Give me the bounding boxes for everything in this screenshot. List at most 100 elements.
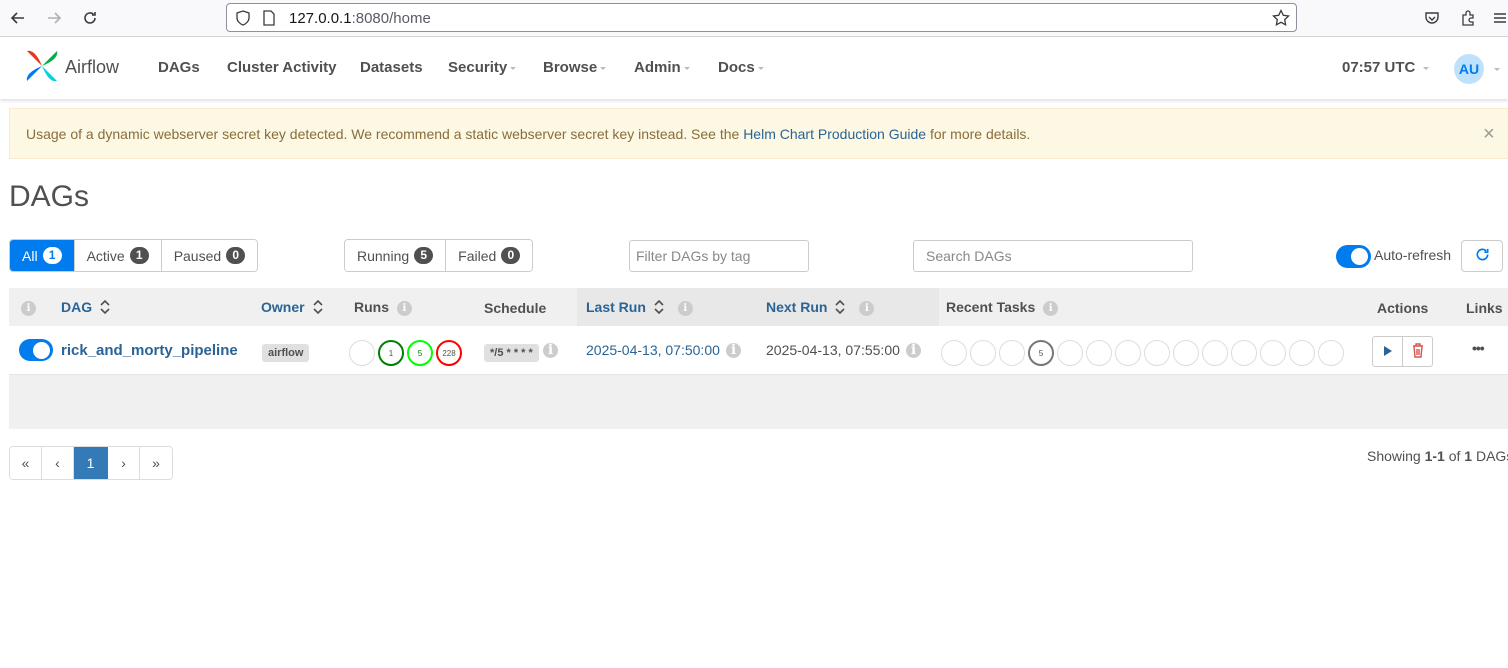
url-text: 127.0.0.1:8080/home: [289, 10, 431, 27]
refresh-icon: [1475, 247, 1490, 265]
header-links: Links: [1466, 300, 1503, 316]
task-state-circle[interactable]: [999, 340, 1025, 366]
schedule-tag: */5 * * * *: [484, 344, 539, 362]
task-state-circle[interactable]: [1260, 340, 1286, 366]
search-dags-input[interactable]: Search DAGs: [913, 240, 1193, 272]
reload-icon[interactable]: [78, 6, 102, 30]
nav-browse[interactable]: Browse: [543, 59, 607, 76]
close-icon[interactable]: ×: [1483, 123, 1495, 146]
page-prev[interactable]: ‹: [42, 447, 74, 479]
task-state-circle[interactable]: [1231, 340, 1257, 366]
header-last-run[interactable]: Last Run i: [586, 299, 693, 317]
brand-name: Airflow: [65, 57, 120, 77]
user-avatar[interactable]: AU: [1454, 54, 1484, 84]
count-badge: 1: [42, 247, 62, 264]
menu-icon[interactable]: [1490, 6, 1508, 30]
info-icon: i: [396, 300, 412, 316]
info-icon: i: [859, 300, 875, 316]
nav-admin[interactable]: Admin: [634, 59, 690, 76]
helm-guide-link[interactable]: Helm Chart Production Guide: [743, 126, 926, 142]
sort-icon: [100, 299, 110, 317]
filter-all[interactable]: All 1: [10, 240, 75, 271]
secret-key-alert: Usage of a dynamic webserver secret key …: [9, 108, 1508, 159]
info-icon: i: [726, 343, 741, 358]
forward-arrow-icon[interactable]: [42, 6, 66, 30]
bookmark-star-icon[interactable]: [1272, 8, 1290, 30]
clock-dropdown[interactable]: 07:57 UTC: [1342, 59, 1430, 76]
dag-pause-toggle[interactable]: [19, 339, 53, 361]
extensions-icon[interactable]: [1456, 6, 1480, 30]
task-state-circle[interactable]: [941, 340, 967, 366]
page-first[interactable]: «: [10, 447, 42, 479]
page-last[interactable]: »: [140, 447, 172, 479]
tag-filter-input[interactable]: Filter DAGs by tag: [629, 240, 809, 272]
run-failed-circle[interactable]: 228: [436, 340, 462, 366]
links-more-icon[interactable]: •••: [1472, 340, 1485, 356]
table-footer: [9, 375, 1508, 429]
trigger-dag-button[interactable]: [1372, 336, 1403, 367]
run-success-circle[interactable]: 1: [378, 340, 404, 366]
task-state-circle[interactable]: [1144, 340, 1170, 366]
info-icon: i: [1043, 300, 1059, 316]
task-state-circle[interactable]: [1202, 340, 1228, 366]
filter-running[interactable]: Running 5: [345, 240, 447, 271]
info-icon: i: [677, 300, 693, 316]
pagination: « ‹ 1 › »: [9, 446, 173, 480]
run-running-circle[interactable]: 5: [407, 340, 433, 366]
filter-active[interactable]: Active 1: [74, 240, 162, 271]
caret-down-icon[interactable]: [1494, 68, 1500, 71]
task-state-circle[interactable]: [1086, 340, 1112, 366]
pocket-icon[interactable]: [1420, 6, 1444, 30]
info-icon: i: [906, 343, 921, 358]
header-dag[interactable]: DAG: [61, 299, 110, 317]
header-info-icon: i: [21, 299, 36, 316]
delete-dag-button[interactable]: [1402, 336, 1433, 367]
sort-icon: [313, 299, 323, 317]
nav-security[interactable]: Security: [448, 59, 517, 76]
count-badge: 5: [414, 247, 434, 264]
header-next-run[interactable]: Next Run i: [766, 299, 875, 317]
nav-docs[interactable]: Docs: [718, 59, 764, 76]
header-owner[interactable]: Owner: [261, 299, 323, 317]
header-actions: Actions: [1377, 300, 1429, 316]
task-state-circle[interactable]: [1318, 340, 1344, 366]
showing-count: Showing 1-1 of 1 DAGs: [1367, 448, 1508, 464]
auto-refresh-toggle[interactable]: [1336, 245, 1371, 268]
page-next[interactable]: ›: [108, 447, 140, 479]
run-state-circle[interactable]: [349, 340, 375, 366]
task-state-circle[interactable]: [1115, 340, 1141, 366]
nav-dags[interactable]: DAGs: [158, 59, 200, 76]
task-state-circle[interactable]: [1173, 340, 1199, 366]
refresh-button[interactable]: [1461, 240, 1503, 272]
header-runs: Runs i: [354, 299, 412, 316]
header-recent-tasks: Recent Tasks i: [946, 299, 1059, 316]
play-icon: [1383, 344, 1393, 360]
page-title: DAGs: [9, 180, 90, 213]
caret-down-icon: [510, 66, 517, 70]
back-arrow-icon[interactable]: [6, 6, 30, 30]
nav-datasets[interactable]: Datasets: [360, 59, 423, 76]
status-filter-group: All 1 Active 1 Paused 0: [9, 239, 259, 272]
toggle-knob: [33, 342, 50, 359]
count-badge: 1: [129, 247, 149, 264]
owner-tag[interactable]: airflow: [262, 344, 310, 362]
last-run-link[interactable]: 2025-04-13, 07:50:00: [586, 342, 720, 358]
task-state-circle[interactable]: [970, 340, 996, 366]
airflow-navbar: Airflow DAGs Cluster Activity Datasets S…: [0, 37, 1508, 99]
address-bar[interactable]: 127.0.0.1:8080/home: [226, 3, 1297, 32]
toggle-knob: [1351, 248, 1368, 265]
task-scheduled-circle[interactable]: 5: [1028, 340, 1054, 366]
airflow-brand[interactable]: Airflow: [23, 47, 119, 88]
header-schedule: Schedule: [484, 300, 547, 316]
dag-id-link[interactable]: rick_and_morty_pipeline: [61, 342, 238, 359]
task-state-circle[interactable]: [1289, 340, 1315, 366]
filter-paused[interactable]: Paused 0: [161, 240, 258, 271]
shield-icon: [235, 10, 251, 29]
page-current[interactable]: 1: [74, 447, 108, 479]
airflow-logo-icon: [23, 47, 61, 88]
dag-table-header: i DAG Owner Runs i Schedule Last Run i N…: [9, 288, 1508, 326]
task-state-circle[interactable]: [1057, 340, 1083, 366]
filter-failed[interactable]: Failed 0: [446, 240, 533, 271]
nav-cluster-activity[interactable]: Cluster Activity: [227, 59, 336, 76]
sort-icon: [835, 299, 846, 317]
